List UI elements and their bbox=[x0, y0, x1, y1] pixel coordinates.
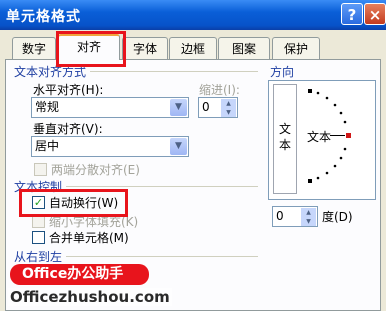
watermark-site: Officezhushou.com bbox=[8, 288, 172, 306]
horizontal-label: 水平对齐(H): bbox=[33, 83, 104, 97]
merge-cells-checkbox[interactable] bbox=[32, 231, 45, 244]
spin-up-icon[interactable]: ▲ bbox=[301, 208, 316, 217]
horizontal-select[interactable]: 常规 ▼ bbox=[31, 97, 189, 118]
horizontal-value: 常规 bbox=[35, 100, 60, 114]
tab-border[interactable]: 边框 bbox=[169, 37, 217, 59]
chevron-down-icon[interactable]: ▼ bbox=[170, 138, 187, 155]
degrees-spinner[interactable]: 0 ▲ ▼ bbox=[272, 206, 318, 227]
tab-protection[interactable]: 保护 bbox=[272, 37, 320, 59]
degrees-label: 度(D) bbox=[322, 210, 353, 224]
title-bar: 单元格格式 ? × bbox=[0, 0, 386, 30]
tab-number[interactable]: 数字 bbox=[12, 37, 56, 59]
tab-font[interactable]: 字体 bbox=[122, 37, 168, 59]
dial-mark-bottom bbox=[308, 179, 312, 183]
merge-cells-label: 合并单元格(M) bbox=[49, 231, 129, 245]
vertical-text-button[interactable]: 文本 bbox=[273, 84, 297, 194]
spin-down-icon[interactable]: ▼ bbox=[221, 108, 236, 117]
vertical-text-label: 文本 bbox=[279, 122, 292, 152]
vertical-select[interactable]: 居中 ▼ bbox=[31, 136, 189, 157]
justify-distributed-label: 两端分散对齐(E) bbox=[51, 163, 140, 177]
help-button[interactable]: ? bbox=[341, 3, 363, 25]
tab-highlight-box bbox=[56, 31, 126, 67]
dial-mark-top bbox=[308, 89, 312, 93]
dial-pointer bbox=[346, 133, 351, 138]
orientation-heading: 方向 bbox=[270, 63, 295, 80]
orientation-text: 文本 bbox=[307, 130, 332, 144]
vertical-label: 垂直对齐(V): bbox=[33, 122, 103, 136]
vertical-value: 居中 bbox=[35, 139, 60, 153]
spin-down-icon[interactable]: ▼ bbox=[301, 217, 316, 226]
degrees-value: 0 bbox=[276, 209, 284, 223]
indent-value: 0 bbox=[202, 100, 210, 114]
rtl-heading: 从右到左 bbox=[14, 248, 67, 265]
watermark-banner: Office办公助手 bbox=[10, 264, 149, 285]
spin-up-icon[interactable]: ▲ bbox=[221, 99, 236, 108]
close-button[interactable]: × bbox=[364, 3, 386, 25]
tab-patterns[interactable]: 图案 bbox=[218, 37, 270, 59]
chevron-down-icon[interactable]: ▼ bbox=[170, 99, 187, 116]
window-title: 单元格格式 bbox=[6, 9, 81, 25]
indent-label: 缩进(I): bbox=[199, 83, 240, 97]
indent-spinner[interactable]: 0 ▲ ▼ bbox=[198, 97, 238, 118]
justify-distributed-checkbox[interactable] bbox=[34, 163, 47, 176]
wrap-text-highlight-box bbox=[19, 189, 128, 217]
